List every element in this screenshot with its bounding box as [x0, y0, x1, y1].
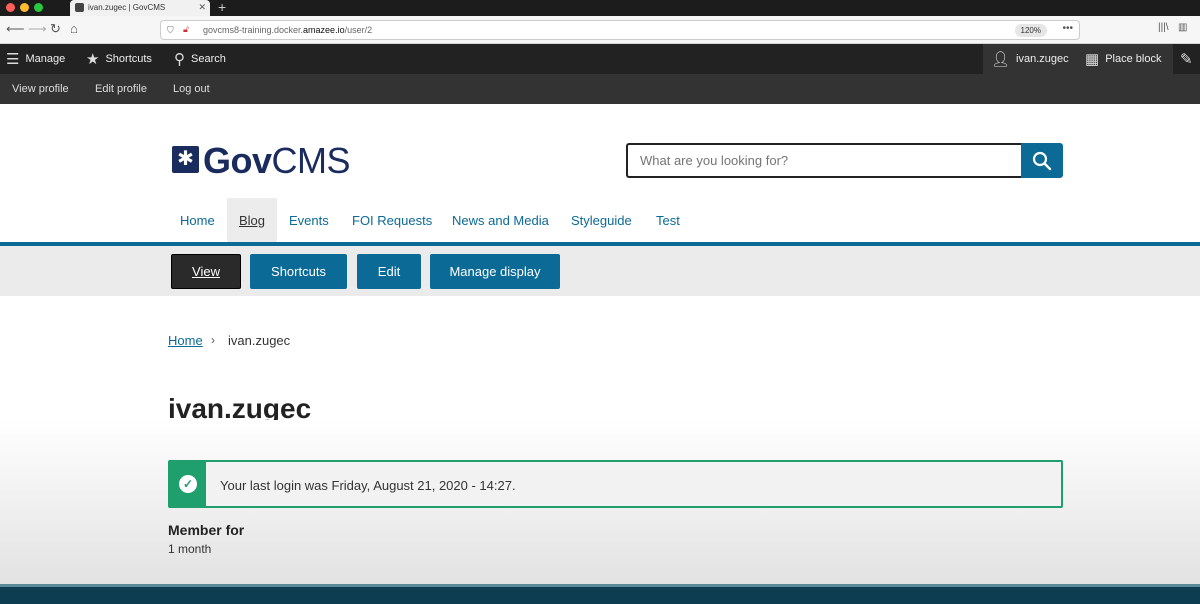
tab-shortcuts[interactable]: Shortcuts — [250, 254, 347, 289]
toolbar-shortcuts-label: Shortcuts — [105, 53, 152, 65]
toolbar-manage-label: Manage — [25, 53, 66, 65]
toolbar-manage[interactable]: ☰ Manage — [6, 44, 65, 74]
new-tab-icon[interactable]: + — [218, 0, 226, 14]
forward-icon[interactable]: ⟶ — [28, 22, 47, 36]
toolbar-edit[interactable]: ✎ — [1180, 44, 1193, 74]
favicon-icon — [75, 3, 84, 12]
browser-tab-bar: ivan.zugec | GovCMS ✕ + — [0, 0, 1200, 16]
url-path: /user/2 — [344, 25, 373, 35]
url-host: amazee.io — [303, 25, 345, 35]
hamburger-icon: ☰ — [6, 51, 20, 68]
site-logo[interactable]: GovCMS — [203, 140, 351, 182]
sidebar-icon[interactable]: ▥ — [1178, 22, 1187, 33]
zoom-level[interactable]: 120% — [1014, 24, 1047, 37]
nav-item-home[interactable]: Home — [180, 213, 215, 228]
browser-tab[interactable]: ivan.zugec | GovCMS ✕ — [70, 0, 210, 16]
logo-rest-text: CMS — [271, 140, 351, 181]
minimize-window-icon[interactable] — [20, 3, 29, 12]
breadcrumb-home[interactable]: Home — [168, 333, 203, 348]
toolbar-user[interactable]: 👤︎ ivan.zugec — [983, 44, 1077, 74]
search-input[interactable] — [626, 143, 1024, 178]
library-icon[interactable]: |||\ — [1158, 22, 1169, 33]
tab-manage-display[interactable]: Manage display — [430, 254, 560, 289]
search-icon: ⚲ — [174, 51, 185, 68]
url-prefix: govcms8-training.docker. — [203, 25, 304, 35]
insecure-lock-icon[interactable]: 🔓︎ — [183, 24, 189, 35]
nav-item-styleguide[interactable]: Styleguide — [571, 213, 632, 228]
back-icon[interactable]: ⟵ — [6, 22, 25, 36]
breadcrumb-current: ivan.zugec — [228, 333, 291, 348]
member-for-value: 1 month — [168, 542, 212, 556]
tab-view[interactable]: View — [171, 254, 241, 289]
tray-log-out[interactable]: Log out — [173, 83, 210, 95]
member-for-label: Member for — [168, 522, 245, 538]
toolbar-search[interactable]: ⚲ Search — [174, 44, 226, 74]
close-window-icon[interactable] — [6, 3, 15, 12]
toolbar-place-block[interactable]: ▦ Place block — [1077, 44, 1173, 74]
tab-edit[interactable]: Edit — [357, 254, 421, 289]
status-message-text: Your last login was Friday, August 21, 2… — [220, 478, 516, 493]
shield-icon[interactable]: ⛉ — [167, 25, 174, 36]
breadcrumb-separator-icon: › — [211, 333, 215, 347]
page-actions-icon[interactable]: ••• — [1062, 23, 1073, 34]
url-bar[interactable]: ⛉ 🔓︎ govcms8-training.docker.amazee.io/u… — [160, 20, 1080, 40]
maximize-window-icon[interactable] — [34, 3, 43, 12]
toolbar-search-label: Search — [191, 53, 226, 65]
browser-tab-title: ivan.zugec | GovCMS — [88, 3, 166, 12]
nav-item-test[interactable]: Test — [656, 213, 680, 228]
status-message: ✓ Your last login was Friday, August 21,… — [168, 460, 1063, 508]
logo-star-icon[interactable]: ✱ — [172, 146, 199, 173]
magnifier-icon — [1032, 151, 1052, 171]
pencil-icon: ✎ — [1180, 51, 1193, 68]
tray-edit-profile[interactable]: Edit profile — [95, 83, 147, 95]
site-footer — [0, 584, 1200, 604]
nav-item-news-and-media[interactable]: News and Media — [452, 213, 549, 228]
admin-toolbar: ☰ Manage ★ Shortcuts ⚲ Search 👤︎ ivan.zu… — [0, 44, 1200, 74]
toolbar-shortcuts[interactable]: ★ Shortcuts — [86, 44, 152, 74]
star-icon: ★ — [86, 51, 100, 68]
nav-item-foi-requests[interactable]: FOI Requests — [352, 213, 432, 228]
check-icon: ✓ — [179, 475, 197, 493]
nav-item-blog[interactable]: Blog — [239, 213, 265, 228]
reload-icon[interactable]: ↻ — [50, 22, 61, 36]
search-button[interactable] — [1021, 143, 1063, 178]
user-icon: 👤︎ — [991, 51, 1011, 68]
close-tab-icon[interactable]: ✕ — [198, 2, 206, 13]
toolbar-place-block-label: Place block — [1105, 53, 1162, 65]
browser-nav-bar: ⟵ ⟶ ↻ ⌂ ⛉ 🔓︎ govcms8-training.docker.ama… — [0, 16, 1200, 44]
logo-bold-text: Gov — [203, 140, 272, 181]
nav-item-events[interactable]: Events — [289, 213, 329, 228]
toolbar-user-label: ivan.zugec — [1016, 53, 1069, 65]
tray-view-profile[interactable]: View profile — [12, 83, 69, 95]
block-icon: ▦ — [1085, 51, 1100, 68]
home-icon[interactable]: ⌂ — [70, 22, 78, 36]
status-icon-band: ✓ — [170, 462, 206, 506]
toolbar-tray: View profile Edit profile Log out — [0, 74, 1200, 104]
